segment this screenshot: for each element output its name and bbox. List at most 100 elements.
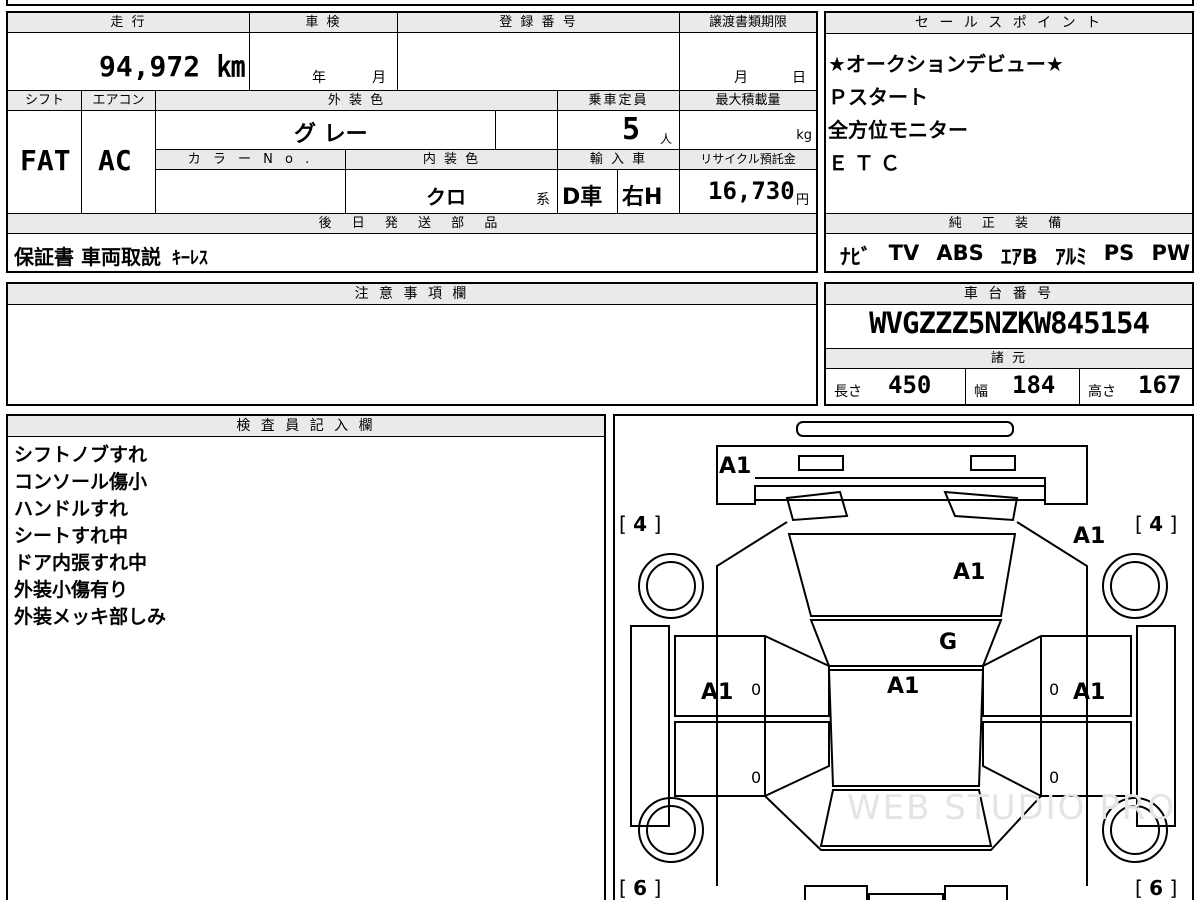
- recycle-label: リサイクル預託金: [680, 150, 816, 170]
- shift-cell: FAT: [8, 110, 82, 214]
- inspector-notes-list: シフトノブすれ コンソール傷小 ハンドルすれ シートすれ中 ドア内張すれ中 外装…: [14, 442, 166, 631]
- specs-header: 諸 元: [826, 348, 1192, 369]
- spec-height-value: 167: [1138, 371, 1182, 399]
- inspector-notes-header: 検 査 員 記 入 欄: [8, 416, 604, 437]
- inspector-note: ハンドルすれ: [14, 498, 129, 520]
- ac-label: エアコン: [82, 91, 156, 111]
- spec-width-cell: 幅 184: [966, 369, 1080, 404]
- equipment-item: PW: [1151, 241, 1190, 265]
- inspector-note: 外装小傷有り: [14, 579, 129, 601]
- spec-length-label: 長さ: [834, 384, 862, 400]
- capacity-cell: 5 人: [558, 110, 680, 150]
- color-no-label: カ ラ ー N o .: [156, 150, 346, 170]
- tire-fl: [ 4 ]: [619, 512, 662, 536]
- spec-length-value: 450: [888, 371, 932, 399]
- import-type-value: D車: [562, 185, 603, 210]
- watermark: WEB STUDIO PRO: [847, 788, 1177, 828]
- windshield-outline: [809, 619, 1003, 667]
- shaken-label: 車 検: [250, 13, 398, 33]
- sales-point-item: ＥＴＣ: [828, 151, 906, 175]
- shaken-cell: 年 月: [250, 33, 398, 91]
- mark-hood: A1: [953, 560, 986, 585]
- max-load-label: 最大積載量: [680, 91, 816, 111]
- spec-height-label: 高さ: [1088, 384, 1116, 400]
- car-diagram-box: A1 A1 A1 G A1 A1 A1 0 0 0 0 [ 4 ] [ 4 ] …: [613, 414, 1194, 900]
- transfer-deadline-label: 譲渡書類期限: [680, 13, 816, 33]
- mark-windshield: G: [939, 630, 958, 655]
- inspector-note: 外装メッキ部しみ: [14, 606, 167, 628]
- sales-point-item: ★オークションデビュー★: [828, 52, 1064, 76]
- recycle-cell: 16,730 円: [680, 169, 816, 214]
- registration-label: 登 録 番 号: [398, 13, 680, 33]
- front-light-left: [798, 455, 844, 471]
- caution-box: 注 意 事 項 欄: [6, 282, 818, 406]
- wheel-front-left-inner: [646, 561, 696, 611]
- mileage-value: 94,972 ㎞: [98, 50, 245, 83]
- equipment-item: ｱﾙﾐ: [1055, 245, 1087, 269]
- import-label: 輸 入 車: [558, 150, 680, 170]
- spec-length-cell: 長さ 450: [826, 369, 966, 404]
- vehicle-info-box: 走 行 車 検 登 録 番 号 譲渡書類期限 94,972 ㎞ 年 月 月 日 …: [6, 11, 818, 273]
- equipment-item: TV: [888, 241, 920, 265]
- door-value-rr: 0: [1049, 768, 1060, 787]
- right-front-door: [982, 635, 1132, 717]
- inspector-note: コンソール傷小: [14, 471, 148, 493]
- mark-front-right-fender: A1: [1073, 524, 1106, 549]
- interior-color-suffix: 系: [536, 192, 550, 208]
- exterior-color-extra-cell: [496, 110, 558, 150]
- inspector-notes-box: 検 査 員 記 入 欄 シフトノブすれ コンソール傷小 ハンドルすれ シートすれ…: [6, 414, 606, 900]
- tire-rl: [ 6 ]: [619, 876, 662, 900]
- mileage-label: 走 行: [8, 13, 250, 33]
- rear-bumper-left: [804, 885, 868, 900]
- mark-front-left-door: A1: [701, 680, 734, 705]
- tire-rl-value: 6: [633, 876, 648, 900]
- mark-roof: A1: [887, 674, 920, 699]
- inspector-note: ドア内張すれ中: [14, 552, 148, 574]
- max-load-unit: kg: [796, 128, 812, 143]
- sales-points-box: セ ー ル ス ポ イ ン ト ★オークションデビュー★ Ｐスタート 全方位モニ…: [824, 11, 1194, 273]
- ac-cell: AC: [82, 110, 156, 214]
- door-value-fl: 0: [751, 680, 762, 699]
- equipment-item: PS: [1103, 241, 1135, 265]
- transfer-deadline-cell: 月 日: [680, 33, 816, 91]
- spec-width-label: 幅: [974, 384, 988, 400]
- shipping-parts-sub: ｷｰﾚｽ: [171, 248, 208, 269]
- capacity-label: 乗車定員: [558, 91, 680, 111]
- max-load-cell: kg: [680, 110, 816, 150]
- equipment-item: ABS: [936, 241, 984, 265]
- tire-fr-value: 4: [1149, 512, 1164, 536]
- equipment-item: ｴｱB: [1000, 245, 1038, 269]
- registration-cell: [398, 33, 680, 91]
- equipment-list: ﾅﾋﾞ TV ABS ｴｱB ｱﾙﾐ PS PW: [840, 241, 1190, 271]
- equipment-item: ﾅﾋﾞ: [840, 245, 872, 269]
- front-headlights: [785, 490, 1019, 522]
- wheel-front-right: [1102, 553, 1168, 619]
- caution-header: 注 意 事 項 欄: [8, 284, 816, 305]
- tire-fr: [ 4 ]: [1135, 512, 1178, 536]
- tire-fl-value: 4: [633, 512, 648, 536]
- wheel-rear-left: [638, 797, 704, 863]
- spec-height-cell: 高さ 167: [1080, 369, 1192, 404]
- color-no-cell: [156, 169, 346, 214]
- interior-color-value: クロ: [426, 185, 466, 209]
- shift-label: シフト: [8, 91, 82, 111]
- mark-front-bumper: A1: [719, 454, 752, 479]
- shaken-year: 年: [312, 70, 326, 86]
- transfer-day: 日: [792, 70, 806, 86]
- steering-value: 右H: [622, 185, 663, 210]
- shipping-parts-header: 後 日 発 送 部 品: [8, 214, 816, 234]
- left-front-door: [674, 635, 830, 717]
- capacity-value: 5: [622, 112, 641, 147]
- import-type-cell: D車: [558, 169, 618, 214]
- recycle-value: 16,730: [708, 177, 795, 205]
- mark-front-right-door: A1: [1073, 680, 1106, 705]
- top-strip: [6, 0, 1194, 6]
- front-light-right: [970, 455, 1016, 471]
- rear-plate: [868, 893, 944, 900]
- sales-points-header: セ ー ル ス ポ イ ン ト: [826, 13, 1192, 34]
- shipping-parts-value: 保証書 車両取説 ｷｰﾚｽ: [14, 241, 208, 270]
- rear-bumper-right: [944, 885, 1008, 900]
- steering-cell: 右H: [618, 169, 680, 214]
- equipment-header: 純 正 装 備: [826, 214, 1192, 234]
- front-bumper-outline: [716, 445, 1088, 505]
